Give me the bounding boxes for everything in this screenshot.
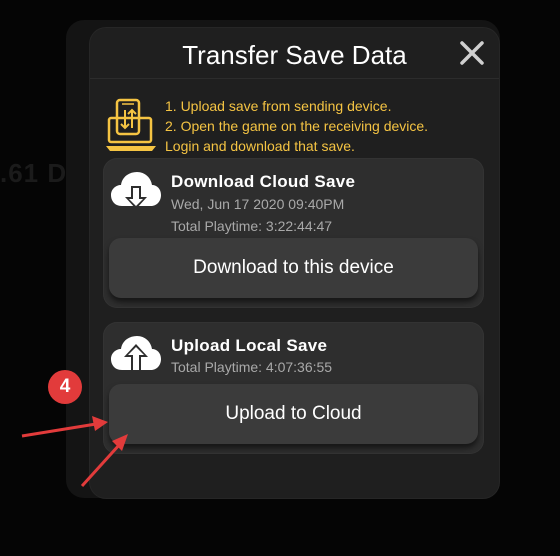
- header-divider: [90, 78, 499, 79]
- upload-to-cloud-button[interactable]: Upload to Cloud: [109, 384, 478, 444]
- cloud-save-playtime: Total Playtime: 3:22:44:47: [171, 218, 333, 234]
- instruction-line-1: 1. Upload save from sending device.: [165, 98, 392, 114]
- close-icon: [460, 41, 484, 65]
- instruction-line-2: 2. Open the game on the receiving device…: [165, 118, 429, 134]
- transfer-instructions: 1. Upload save from sending device. 2. O…: [165, 96, 495, 156]
- download-to-device-button[interactable]: Download to this device: [109, 238, 478, 298]
- local-save-playtime: Total Playtime: 4:07:36:55: [171, 359, 333, 375]
- cloud-download-icon: [110, 170, 162, 216]
- dialog-title: Transfer Save Data: [182, 40, 407, 70]
- upload-local-save-card: Upload Local Save Total Playtime: 4:07:3…: [103, 322, 484, 454]
- phone-laptop-transfer-icon: [105, 98, 159, 152]
- transfer-save-dialog: Transfer Save Data 1. Upload save from s…: [90, 28, 499, 498]
- download-cloud-save-card: Download Cloud Save Wed, Jun 17 2020 09:…: [103, 158, 484, 308]
- cloud-upload-icon: [110, 332, 162, 378]
- upload-card-title: Upload Local Save: [171, 336, 328, 355]
- close-button[interactable]: [457, 38, 487, 68]
- cloud-save-date: Wed, Jun 17 2020 09:40PM: [171, 196, 345, 212]
- instruction-line-3: Login and download that save.: [165, 138, 355, 154]
- download-card-title: Download Cloud Save: [171, 172, 356, 191]
- step-number-badge: 4: [48, 370, 82, 404]
